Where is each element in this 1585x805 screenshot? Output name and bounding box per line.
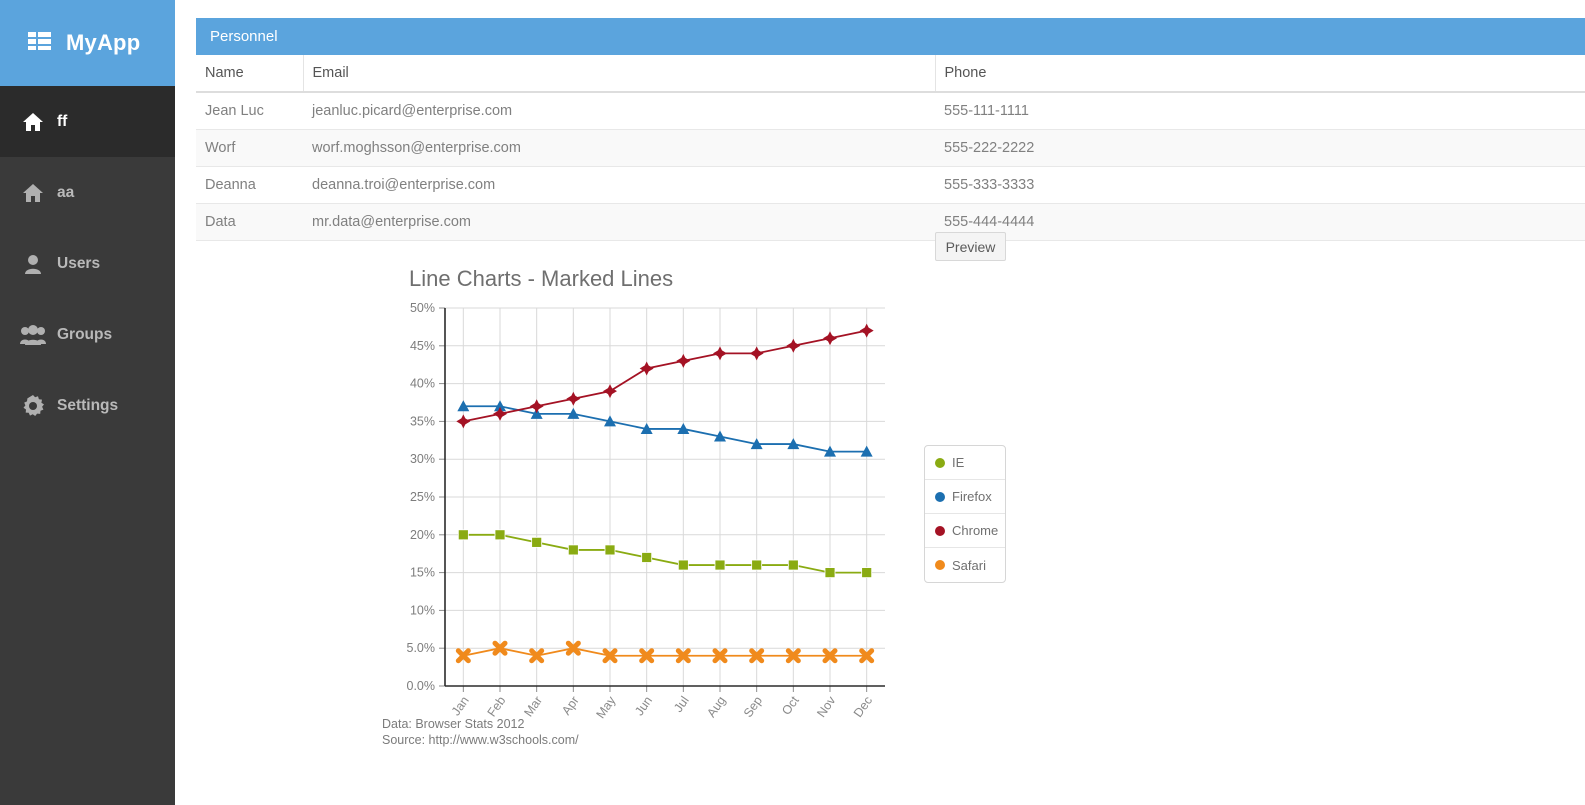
svg-text:20%: 20% bbox=[410, 528, 435, 542]
personnel-panel: Personnel Name Email Phone Jean Luc jean… bbox=[196, 18, 1585, 241]
legend-color-swatch bbox=[935, 525, 945, 536]
svg-text:40%: 40% bbox=[410, 377, 435, 391]
svg-text:45%: 45% bbox=[410, 339, 435, 353]
svg-text:0.0%: 0.0% bbox=[407, 679, 436, 693]
home-icon bbox=[20, 112, 46, 132]
cell-phone: 555-444-4444 bbox=[935, 203, 1585, 241]
cell-name: Worf bbox=[196, 129, 303, 167]
cell-phone: 555-222-2222 bbox=[935, 129, 1585, 167]
svg-text:50%: 50% bbox=[410, 301, 435, 315]
cell-email: mr.data@enterprise.com bbox=[303, 203, 935, 241]
legend-item-chrome[interactable]: Chrome bbox=[925, 514, 1005, 548]
sidebar-item-label: Settings bbox=[57, 396, 119, 414]
chart-footer-source: Source: http://www.w3schools.com/ bbox=[382, 733, 579, 747]
sidebar-item-settings[interactable]: Settings bbox=[0, 370, 175, 441]
svg-text:35%: 35% bbox=[410, 414, 435, 428]
chart-footer-data: Data: Browser Stats 2012 bbox=[382, 717, 525, 731]
svg-text:Aug: Aug bbox=[704, 694, 728, 720]
sidebar: MyApp ff aa Users Groups Settings bbox=[0, 0, 175, 805]
legend-item-firefox[interactable]: Firefox bbox=[925, 480, 1005, 514]
cell-name: Data bbox=[196, 203, 303, 241]
cell-phone: 555-111-1111 bbox=[935, 92, 1585, 130]
line-chart: Line Charts - Marked Lines 0.0% 5.0% 10% 15… bbox=[183, 258, 1043, 768]
sidebar-item-label: ff bbox=[57, 112, 68, 130]
legend-item-label: Safari bbox=[952, 557, 986, 573]
legend-item-ie[interactable]: IE bbox=[925, 446, 1005, 480]
svg-text:Jan: Jan bbox=[449, 694, 472, 719]
legend-item-label: Firefox bbox=[952, 489, 992, 504]
svg-text:30%: 30% bbox=[410, 452, 435, 466]
svg-text:Nov: Nov bbox=[814, 693, 839, 720]
sidebar-item-ff[interactable]: ff bbox=[0, 86, 175, 157]
main-content: Personnel Name Email Phone Jean Luc jean… bbox=[175, 0, 1585, 805]
gear-icon bbox=[20, 394, 46, 417]
panel-header: Personnel bbox=[196, 18, 1585, 55]
cell-email: deanna.troi@enterprise.com bbox=[303, 166, 935, 204]
legend-item-label: IE bbox=[952, 455, 965, 470]
home-icon bbox=[20, 183, 46, 203]
cell-phone: 555-333-3333 bbox=[935, 166, 1585, 204]
svg-text:May: May bbox=[593, 693, 618, 721]
svg-text:Oct: Oct bbox=[779, 693, 802, 717]
column-header-phone[interactable]: Phone bbox=[935, 55, 1585, 93]
legend-item-label: Chrome bbox=[952, 523, 999, 538]
table-header-row: Name Email Phone bbox=[196, 55, 1585, 93]
legend-item-safari[interactable]: Safari bbox=[925, 548, 1005, 582]
svg-text:Sep: Sep bbox=[741, 694, 765, 720]
chart-canvas: 0.0%5.0%10%15%20%25%30%35%40%45%50%Jan Fe… bbox=[407, 301, 885, 721]
grid-list-icon bbox=[28, 31, 54, 56]
app-root: MyApp ff aa Users Groups Settings Person… bbox=[0, 0, 1585, 805]
user-icon bbox=[20, 254, 46, 274]
table-row[interactable]: Worf worf.moghsson@enterprise.com 555-22… bbox=[196, 129, 1585, 167]
svg-text:Dec: Dec bbox=[851, 694, 875, 720]
sidebar-item-label: Groups bbox=[57, 325, 113, 343]
sidebar-item-users[interactable]: Users bbox=[0, 228, 175, 299]
svg-text:5.0%: 5.0% bbox=[407, 641, 436, 655]
svg-text:25%: 25% bbox=[410, 490, 435, 504]
personnel-table: Name Email Phone Jean Luc jeanluc.picard… bbox=[196, 55, 1585, 241]
brand-label: MyApp bbox=[66, 30, 141, 55]
page-title: Personnel bbox=[210, 28, 278, 45]
table-row[interactable]: Jean Luc jeanluc.picard@enterprise.com 5… bbox=[196, 92, 1585, 130]
cell-name: Jean Luc bbox=[196, 92, 303, 130]
table-row[interactable]: Data mr.data@enterprise.com 555-444-4444 bbox=[196, 203, 1585, 241]
brand-logo[interactable]: MyApp bbox=[0, 0, 175, 86]
table-row[interactable]: Deanna deanna.troi@enterprise.com 555-33… bbox=[196, 166, 1585, 204]
column-header-name[interactable]: Name bbox=[196, 55, 304, 93]
chart-legend: IE Firefox Chrome Safari bbox=[924, 445, 1006, 583]
sidebar-item-label: Users bbox=[57, 254, 101, 272]
svg-text:Jun: Jun bbox=[632, 694, 655, 719]
svg-text:10%: 10% bbox=[410, 603, 435, 617]
legend-color-swatch bbox=[935, 560, 945, 570]
legend-color-swatch bbox=[935, 457, 945, 468]
svg-text:Jul: Jul bbox=[671, 694, 692, 715]
cell-email: jeanluc.picard@enterprise.com bbox=[303, 92, 935, 130]
cell-email: worf.moghsson@enterprise.com bbox=[303, 129, 935, 167]
svg-text:Apr: Apr bbox=[559, 694, 582, 718]
sidebar-item-aa[interactable]: aa bbox=[0, 157, 175, 228]
cell-name: Deanna bbox=[196, 166, 303, 204]
chart-footer: Data: Browser Stats 2012 Source: http://… bbox=[382, 716, 579, 748]
legend-color-swatch bbox=[935, 491, 945, 502]
svg-text:15%: 15% bbox=[410, 566, 435, 580]
column-header-email[interactable]: Email bbox=[303, 55, 936, 93]
users-group-icon bbox=[20, 324, 46, 345]
preview-button[interactable]: Preview bbox=[935, 232, 1006, 261]
sidebar-item-groups[interactable]: Groups bbox=[0, 299, 175, 370]
sidebar-item-label: aa bbox=[57, 183, 75, 201]
